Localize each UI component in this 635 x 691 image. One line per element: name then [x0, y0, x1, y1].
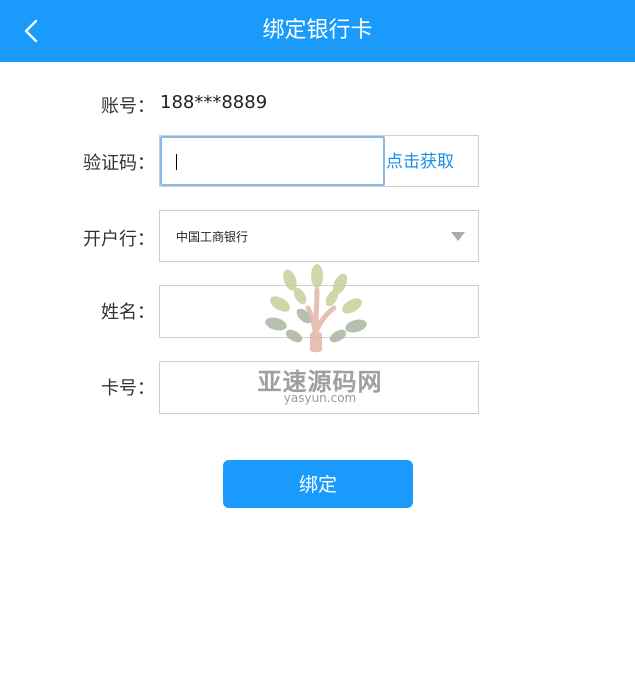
bank-label: 开户行：	[83, 229, 155, 250]
name-input[interactable]	[160, 286, 478, 337]
code-label: 验证码：	[83, 153, 155, 174]
bind-button[interactable]: 绑定	[223, 460, 413, 508]
chevron-left-icon[interactable]	[14, 12, 50, 50]
bank-select-value: 中国工商银行	[176, 230, 249, 244]
text-caret	[176, 154, 177, 170]
get-code-button[interactable]: 点击获取	[386, 136, 454, 188]
name-label: 姓名：	[101, 302, 155, 323]
code-field-group: 点击获取	[159, 135, 479, 187]
card-label: 卡号：	[101, 378, 155, 399]
card-field-box	[159, 361, 479, 414]
top-bar: 绑定银行卡	[0, 0, 635, 62]
dropdown-arrow-icon	[451, 232, 465, 241]
name-field-box	[159, 285, 479, 338]
verification-code-input[interactable]	[160, 136, 385, 186]
bank-select[interactable]: 中国工商银行	[159, 210, 479, 262]
page-title: 绑定银行卡	[262, 18, 373, 43]
card-number-input[interactable]	[160, 362, 478, 413]
account-value: 188***8889	[160, 92, 268, 113]
account-label: 账号：	[101, 96, 155, 117]
